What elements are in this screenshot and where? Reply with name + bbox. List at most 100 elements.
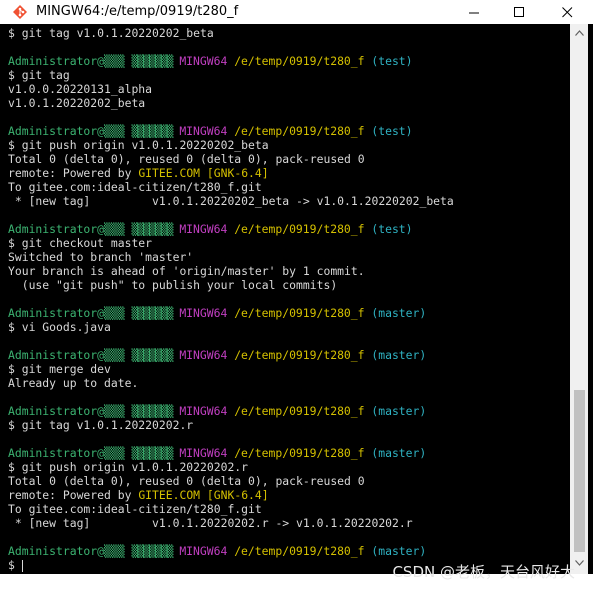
command-text: $ git checkout master — [8, 236, 153, 250]
prompt-branch: (test) — [371, 54, 413, 68]
prompt-shell: MINGW64 — [179, 348, 228, 362]
prompt-line: Administrator@▒▒▒ ▒▒▒▒▒▒▒ MINGW64 /e/tem… — [8, 348, 566, 362]
input-prompt: $ — [8, 558, 22, 572]
maximize-icon — [513, 6, 524, 17]
command-line: $ git push origin v1.0.1.20220202_beta — [8, 138, 566, 152]
remote-gitee: GITEE.COM — [138, 166, 201, 180]
prompt-shell: MINGW64 — [179, 124, 228, 138]
output-text: v1.0.0.20220131_alpha — [8, 82, 153, 96]
remote-prefix: remote: Powered by — [8, 166, 139, 180]
output-text: Total 0 (delta 0), reused 0 (delta 0), p… — [8, 152, 365, 166]
prompt-path: /e/temp/0919/t280_f — [234, 306, 365, 320]
prompt-line: Administrator@▒▒▒ ▒▒▒▒▒▒▒ MINGW64 /e/tem… — [8, 446, 566, 460]
command-text: $ git tag v1.0.1.20220202_beta — [8, 26, 214, 40]
command-text: $ git push origin v1.0.1.20220202.r — [8, 460, 249, 474]
prompt-host-redacted: ▒▒▒▒▒▒▒ — [131, 348, 173, 362]
scrollbar-thumb[interactable] — [574, 390, 585, 552]
scroll-up-button[interactable] — [570, 26, 588, 40]
window-title: MINGW64:/e/temp/0919/t280_f — [36, 4, 239, 19]
output-text: Already up to date. — [8, 376, 139, 390]
remote-gnk-version: [GNK-6.4] — [206, 488, 269, 502]
text-cursor[interactable] — [21, 559, 23, 572]
window-titlebar[interactable]: MINGW64:/e/temp/0919/t280_f — [0, 0, 593, 24]
output-text: To gitee.com:ideal-citizen/t280_f.git — [8, 502, 262, 516]
output-text: Total 0 (delta 0), reused 0 (delta 0), p… — [8, 474, 365, 488]
terminal-output: $ git tag v1.0.1.20220202_beta Administra… — [8, 26, 566, 572]
watermark: CSDN @老板，天台风好大 — [392, 563, 575, 581]
prompt-branch: (test) — [371, 222, 413, 236]
output-line: To gitee.com:ideal-citizen/t280_f.git — [8, 180, 566, 194]
prompt-branch: (master) — [371, 306, 427, 320]
command-text: $ git tag — [8, 68, 70, 82]
output-text: To gitee.com:ideal-citizen/t280_f.git — [8, 180, 262, 194]
output-line: Total 0 (delta 0), reused 0 (delta 0), p… — [8, 152, 566, 166]
remote-gitee: GITEE.COM — [138, 488, 201, 502]
chevron-down-icon — [574, 560, 584, 566]
prompt-user-host: Administrator@▒▒▒ — [8, 404, 125, 418]
prompt-path: /e/temp/0919/t280_f — [234, 124, 365, 138]
output-text: Your branch is ahead of 'origin/master' … — [8, 264, 365, 278]
prompt-branch: (master) — [371, 544, 427, 558]
command-text: $ git tag v1.0.1.20220202.r — [8, 418, 194, 432]
prompt-host-redacted: ▒▒▒▒▒▒▒ — [131, 124, 173, 138]
remote-gnk-version: [GNK-6.4] — [206, 166, 269, 180]
prompt-user-host: Administrator@▒▒▒ — [8, 306, 125, 320]
output-text: * [new tag] v1.0.1.20220202.r -> v1.0.1.… — [8, 516, 413, 530]
command-line: $ git tag v1.0.1.20220202.r — [8, 418, 566, 432]
prompt-host-redacted: ▒▒▒▒▒▒▒ — [131, 446, 173, 460]
prompt-path: /e/temp/0919/t280_f — [234, 404, 365, 418]
output-line: remote: Powered by GITEE.COM [GNK-6.4] — [8, 166, 566, 180]
minimize-icon — [468, 12, 479, 13]
command-line: $ git tag — [8, 68, 566, 82]
output-text: Switched to branch 'master' — [8, 250, 194, 264]
output-line: Already up to date. — [8, 376, 566, 390]
prompt-line: Administrator@▒▒▒ ▒▒▒▒▒▒▒ MINGW64 /e/tem… — [8, 306, 566, 320]
output-line: Your branch is ahead of 'origin/master' … — [8, 264, 566, 278]
prompt-user-host: Administrator@▒▒▒ — [8, 446, 125, 460]
prompt-line: Administrator@▒▒▒ ▒▒▒▒▒▒▒ MINGW64 /e/tem… — [8, 124, 566, 138]
terminal-pane[interactable]: $ git tag v1.0.1.20220202_beta Administra… — [0, 24, 593, 574]
maximize-button[interactable] — [497, 0, 541, 24]
prompt-branch: (master) — [371, 348, 427, 362]
command-line: $ git merge dev — [8, 362, 566, 376]
output-line: Switched to branch 'master' — [8, 250, 566, 264]
prompt-path: /e/temp/0919/t280_f — [234, 544, 365, 558]
prompt-user-host: Administrator@▒▒▒ — [8, 124, 125, 138]
output-text: v1.0.1.20220202_beta — [8, 96, 146, 110]
output-line: * [new tag] v1.0.1.20220202.r -> v1.0.1.… — [8, 516, 566, 530]
prompt-shell: MINGW64 — [179, 446, 228, 460]
prompt-shell: MINGW64 — [179, 54, 228, 68]
remote-prefix: remote: Powered by — [8, 488, 139, 502]
prompt-user-host: Administrator@▒▒▒ — [8, 54, 125, 68]
prompt-host-redacted: ▒▒▒▒▒▒▒ — [131, 544, 173, 558]
command-line: $ git tag v1.0.1.20220202_beta — [8, 26, 566, 40]
output-line: Total 0 (delta 0), reused 0 (delta 0), p… — [8, 474, 566, 488]
prompt-shell: MINGW64 — [179, 306, 228, 320]
prompt-line: Administrator@▒▒▒ ▒▒▒▒▒▒▒ MINGW64 /e/tem… — [8, 404, 566, 418]
command-text: $ git push origin v1.0.1.20220202_beta — [8, 138, 269, 152]
command-line: $ git checkout master — [8, 236, 566, 250]
prompt-branch: (master) — [371, 446, 427, 460]
prompt-shell: MINGW64 — [179, 544, 228, 558]
command-line: $ git push origin v1.0.1.20220202.r — [8, 460, 566, 474]
chevron-up-icon — [574, 30, 584, 36]
output-line: (use "git push" to publish your local co… — [8, 278, 566, 292]
output-line: v1.0.0.20220131_alpha — [8, 82, 566, 96]
prompt-path: /e/temp/0919/t280_f — [234, 348, 365, 362]
minimize-button[interactable] — [452, 0, 496, 24]
prompt-line: Administrator@▒▒▒ ▒▒▒▒▒▒▒ MINGW64 /e/tem… — [8, 544, 566, 558]
prompt-host-redacted: ▒▒▒▒▒▒▒ — [131, 54, 173, 68]
close-button[interactable] — [541, 0, 593, 24]
vertical-scrollbar[interactable] — [570, 24, 588, 574]
prompt-branch: (test) — [371, 124, 413, 138]
output-line: To gitee.com:ideal-citizen/t280_f.git — [8, 502, 566, 516]
output-text: * [new tag] v1.0.1.20220202_beta -> v1.0… — [8, 194, 454, 208]
close-icon — [561, 6, 572, 17]
prompt-shell: MINGW64 — [179, 404, 228, 418]
